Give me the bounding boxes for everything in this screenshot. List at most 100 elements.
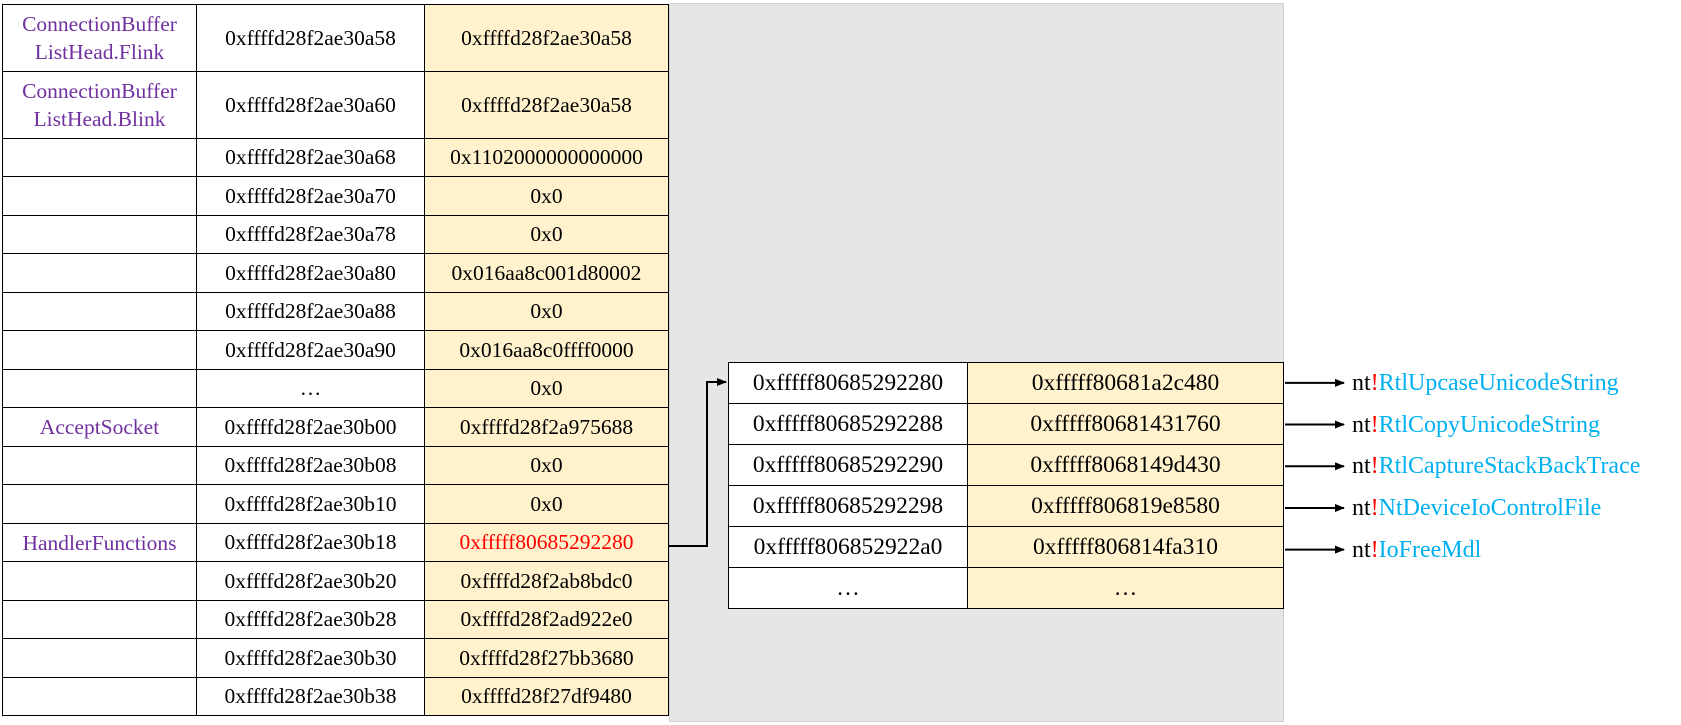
function-symbol-label: nt!NtDeviceIoControlFile [1352, 487, 1601, 529]
function-name: RtlCaptureStackBackTrace [1378, 453, 1641, 480]
field-name-cell [2, 215, 197, 254]
module-name: nt [1352, 453, 1371, 480]
value-cell: 0xffffd28f27df9480 [424, 677, 669, 716]
value-cell: 0x1102000000000000 [424, 138, 669, 177]
field-name-cell: ConnectionBuffer ListHead.Flink [2, 4, 197, 72]
struct-row: 0xffffd28f2ae30a78 0x0 [2, 215, 669, 254]
field-name-cell [2, 446, 197, 485]
value-cell: 0x016aa8c001d80002 [424, 253, 669, 293]
struct-row: 0xffffd28f2ae30b38 0xffffd28f27df9480 [2, 677, 669, 716]
address-cell: 0xffffd28f2ae30b28 [196, 600, 425, 639]
symbol-separator: ! [1370, 494, 1379, 521]
field-name-cell [2, 638, 197, 678]
function-name: RtlUpcaseUnicodeString [1378, 369, 1619, 396]
address-cell: 0xffffd28f2ae30b20 [196, 561, 425, 601]
value-cell: 0x0 [424, 369, 669, 408]
address-cell: 0xfffff806852922a0 [728, 526, 968, 568]
value-cell: 0x0 [424, 484, 669, 524]
field-name-cell: HandlerFunctions [2, 523, 197, 562]
field-name-cell [2, 561, 197, 601]
struct-row: 0xffffd28f2ae30b08 0x0 [2, 446, 669, 485]
module-name: nt [1352, 536, 1371, 563]
value-cell: 0xffffd28f27bb3680 [424, 638, 669, 678]
function-symbol-label: nt!RtlCopyUnicodeString [1352, 404, 1600, 446]
function-pointer-cell: 0xfffff806814fa310 [967, 526, 1284, 568]
address-cell: 0xffffd28f2ae30a78 [196, 215, 425, 254]
value-cell: 0x0 [424, 176, 669, 216]
address-cell: 0xffffd28f2ae30b00 [196, 407, 425, 447]
value-cell: 0xffffd28f2a975688 [424, 407, 669, 447]
module-name: nt [1352, 411, 1371, 438]
struct-row: 0xffffd28f2ae30a70 0x0 [2, 176, 669, 216]
struct-row: AcceptSocket 0xffffd28f2ae30b00 0xffffd28f… [2, 407, 669, 447]
function-name: RtlCopyUnicodeString [1378, 411, 1601, 438]
handler-pointer-value-cell: 0xfffff80685292280 [424, 523, 669, 562]
field-name-cell [2, 330, 197, 370]
address-cell: 0xffffd28f2ae30b18 [196, 523, 425, 562]
function-pointer-cell: 0xfffff8068149d430 [967, 444, 1284, 486]
struct-row: 0xffffd28f2ae30b30 0xffffd28f27bb3680 [2, 638, 669, 678]
value-cell: 0xffffd28f2ae30a58 [424, 4, 669, 72]
function-pointer-cell: … [967, 567, 1284, 609]
handler-functions-table: 0xfffff80685292280 0xfffff80681a2c480 0xff… [728, 362, 1284, 609]
module-name: nt [1352, 494, 1371, 521]
function-symbol-label: nt!RtlUpcaseUnicodeString [1352, 362, 1619, 404]
connection-struct-table: ConnectionBuffer ListHead.Flink 0xffffd28… [2, 4, 669, 716]
address-cell: 0xffffd28f2ae30a70 [196, 176, 425, 216]
address-cell: 0xffffd28f2ae30b38 [196, 677, 425, 716]
field-name-cell [2, 600, 197, 639]
module-name: nt [1352, 369, 1371, 396]
struct-row: HandlerFunctions 0xffffd28f2ae30b18 0xffff… [2, 523, 669, 562]
struct-row: 0xffffd28f2ae30b10 0x0 [2, 484, 669, 524]
value-cell: 0x0 [424, 215, 669, 254]
struct-row: 0xffffd28f2ae30b20 0xffffd28f2ab8bdc0 [2, 561, 669, 601]
struct-row: 0xffffd28f2ae30a90 0x016aa8c0ffff0000 [2, 330, 669, 370]
struct-row: 0xffffd28f2ae30a88 0x0 [2, 292, 669, 331]
address-cell: 0xfffff80685292288 [728, 403, 968, 445]
field-name-cell [2, 253, 197, 293]
address-cell: … [728, 567, 968, 609]
address-cell: 0xffffd28f2ae30a58 [196, 4, 425, 72]
function-symbol-label: nt!RtlCaptureStackBackTrace [1352, 445, 1640, 487]
field-name-cell [2, 677, 197, 716]
value-cell: 0xffffd28f2ad922e0 [424, 600, 669, 639]
field-name-cell [2, 138, 197, 177]
address-cell: 0xfffff80685292280 [728, 362, 968, 404]
value-cell: 0xffffd28f2ab8bdc0 [424, 561, 669, 601]
function-table-row: 0xfffff80685292288 0xfffff80681431760 [728, 403, 1284, 445]
field-name-cell: ConnectionBuffer ListHead.Blink [2, 71, 197, 139]
struct-row: 0xffffd28f2ae30a80 0x016aa8c001d80002 [2, 253, 669, 293]
symbol-separator: ! [1370, 453, 1379, 480]
address-cell: 0xffffd28f2ae30b10 [196, 484, 425, 524]
struct-row: 0xffffd28f2ae30a68 0x1102000000000000 [2, 138, 669, 177]
function-pointer-cell: 0xfffff806819e8580 [967, 485, 1284, 527]
value-cell: 0x0 [424, 446, 669, 485]
value-cell: 0x016aa8c0ffff0000 [424, 330, 669, 370]
address-cell: 0xffffd28f2ae30b08 [196, 446, 425, 485]
address-cell: 0xffffd28f2ae30a80 [196, 253, 425, 293]
struct-row: ConnectionBuffer ListHead.Flink 0xffffd28… [2, 4, 669, 72]
field-name-cell [2, 292, 197, 331]
address-cell: 0xfffff80685292298 [728, 485, 968, 527]
function-symbol-label: nt!IoFreeMdl [1352, 529, 1481, 571]
field-name-cell [2, 369, 197, 408]
function-name: NtDeviceIoControlFile [1378, 494, 1602, 521]
address-cell: 0xffffd28f2ae30a88 [196, 292, 425, 331]
struct-row: … 0x0 [2, 369, 669, 408]
value-cell: 0x0 [424, 292, 669, 331]
address-cell: 0xffffd28f2ae30a68 [196, 138, 425, 177]
address-cell: 0xffffd28f2ae30b30 [196, 638, 425, 678]
field-name-cell [2, 484, 197, 524]
symbol-separator: ! [1370, 369, 1379, 396]
symbol-separator: ! [1370, 411, 1379, 438]
function-pointer-cell: 0xfffff80681431760 [967, 403, 1284, 445]
value-cell: 0xffffd28f2ae30a58 [424, 71, 669, 139]
struct-row: 0xffffd28f2ae30b28 0xffffd28f2ad922e0 [2, 600, 669, 639]
function-table-row: …… [728, 567, 1284, 609]
function-pointer-cell: 0xfffff80681a2c480 [967, 362, 1284, 404]
address-cell: … [196, 369, 425, 408]
function-table-row: 0xfffff80685292298 0xfffff806819e8580 [728, 485, 1284, 527]
function-table-row: 0xfffff806852922a0 0xfffff806814fa310 [728, 526, 1284, 568]
function-table-row: 0xfffff80685292280 0xfffff80681a2c480 [728, 362, 1284, 404]
function-table-row: 0xfffff80685292290 0xfffff8068149d430 [728, 444, 1284, 486]
